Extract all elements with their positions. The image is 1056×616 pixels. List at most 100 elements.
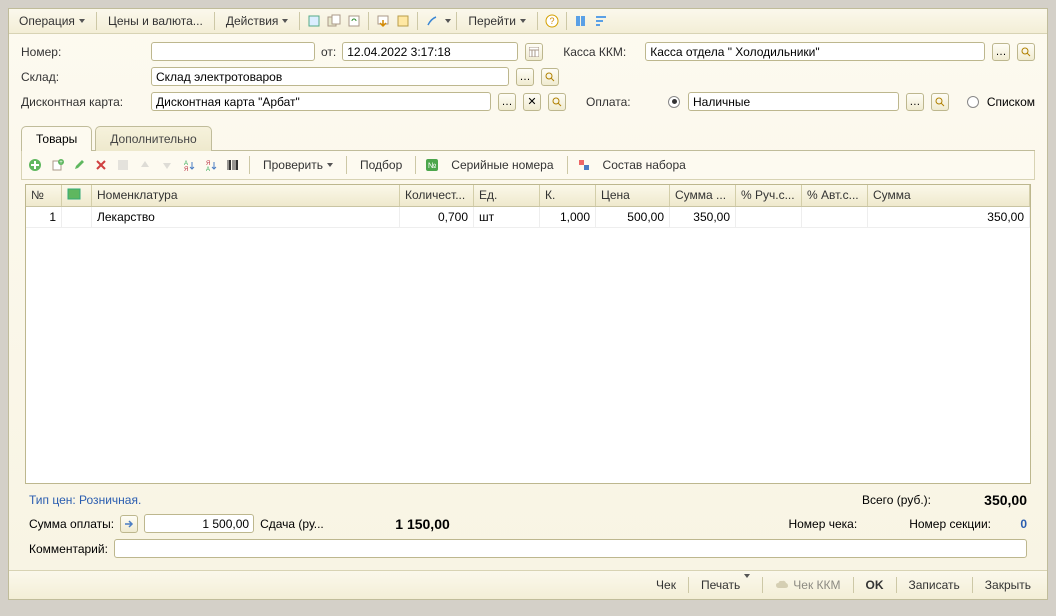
clear-icon[interactable]: ✕ bbox=[523, 93, 541, 111]
col-k[interactable]: К. bbox=[540, 185, 596, 206]
separator bbox=[417, 12, 418, 30]
check-button-label: Проверить bbox=[263, 158, 323, 172]
sort-desc-icon[interactable]: ЯА bbox=[202, 156, 220, 174]
check-kkm-button[interactable]: Чек ККМ bbox=[767, 575, 848, 595]
actions-menu[interactable]: Действия bbox=[220, 11, 295, 31]
goto-menu[interactable]: Перейти bbox=[462, 11, 532, 31]
col-price[interactable]: Цена bbox=[596, 185, 670, 206]
add-icon[interactable] bbox=[26, 156, 44, 174]
check-button[interactable]: Проверить bbox=[257, 155, 339, 175]
number-input[interactable] bbox=[151, 42, 315, 61]
selection-button[interactable]: Подбор bbox=[354, 155, 408, 175]
svg-text:+: + bbox=[59, 160, 63, 166]
search-icon[interactable] bbox=[931, 93, 949, 111]
svg-text:?: ? bbox=[549, 16, 554, 26]
payment-radio[interactable] bbox=[668, 96, 680, 108]
doc-copy-icon[interactable] bbox=[325, 12, 343, 30]
col-nomenclature[interactable]: Номенклатура bbox=[92, 185, 400, 206]
operation-menu[interactable]: Операция bbox=[13, 11, 91, 31]
payment-sum-input[interactable]: 1 500,00 bbox=[144, 514, 254, 533]
copy-icon[interactable]: + bbox=[48, 156, 66, 174]
receipt-button-label: Чек bbox=[656, 578, 676, 592]
warehouse-label: Склад: bbox=[21, 70, 145, 84]
export-down-icon[interactable] bbox=[374, 12, 392, 30]
arrow-down-icon[interactable] bbox=[158, 156, 176, 174]
col-qty[interactable]: Количест... bbox=[400, 185, 474, 206]
payment-input[interactable]: Наличные bbox=[688, 92, 899, 111]
cell-sum-partial: 350,00 bbox=[670, 207, 736, 227]
col-auto-pct[interactable]: % Авт.с... bbox=[802, 185, 868, 206]
cell-sum: 350,00 bbox=[868, 207, 1030, 227]
section-number-value: 0 bbox=[997, 517, 1027, 531]
actions-menu-label: Действия bbox=[226, 14, 279, 28]
tab-goods[interactable]: Товары bbox=[21, 126, 92, 151]
kkm-input[interactable]: Касса отдела " Холодильники" bbox=[645, 42, 985, 61]
chevron-down-icon bbox=[79, 19, 85, 23]
doc-refresh-icon[interactable] bbox=[345, 12, 363, 30]
barcode-icon[interactable] bbox=[224, 156, 242, 174]
cell-unit: шт bbox=[474, 207, 540, 227]
cell-k: 1,000 bbox=[540, 207, 596, 227]
col-n[interactable]: № bbox=[26, 185, 62, 206]
arrow-right-icon[interactable] bbox=[120, 515, 138, 533]
help-icon[interactable]: ? bbox=[543, 12, 561, 30]
table-row[interactable]: 1 Лекарство 0,700 шт 1,000 500,00 350,00… bbox=[26, 207, 1030, 228]
comment-input[interactable] bbox=[114, 539, 1027, 558]
search-icon[interactable] bbox=[548, 93, 566, 111]
payment-sum-label: Сумма оплаты: bbox=[29, 517, 114, 531]
sort-asc-icon[interactable]: АЯ bbox=[180, 156, 198, 174]
price-type-link[interactable]: Тип цен: Розничная. bbox=[29, 493, 141, 507]
warehouse-value: Склад электротоваров bbox=[156, 70, 282, 84]
ellipsis-icon[interactable]: … bbox=[516, 68, 534, 86]
chevron-down-icon bbox=[744, 574, 750, 592]
ellipsis-icon[interactable]: … bbox=[906, 93, 924, 111]
search-icon[interactable] bbox=[1017, 43, 1035, 61]
payment-sum-value: 1 500,00 bbox=[202, 517, 249, 531]
change-value: 1 150,00 bbox=[350, 516, 450, 532]
serials-button[interactable]: Серийные номера bbox=[445, 155, 559, 175]
warehouse-input[interactable]: Склад электротоваров bbox=[151, 67, 509, 86]
date-value: 12.04.2022 3:17:18 bbox=[347, 45, 450, 59]
prices-menu[interactable]: Цены и валюта... bbox=[102, 11, 209, 31]
separator bbox=[537, 12, 538, 30]
ellipsis-icon[interactable]: … bbox=[992, 43, 1010, 61]
chevron-down-icon bbox=[282, 19, 288, 23]
list-radio[interactable] bbox=[967, 96, 979, 108]
date-input[interactable]: 12.04.2022 3:17:18 bbox=[342, 42, 518, 61]
export-clip-icon[interactable] bbox=[394, 12, 412, 30]
list-config-icon[interactable] bbox=[572, 12, 590, 30]
list-radio-label: Списком bbox=[987, 95, 1035, 109]
edit-icon[interactable] bbox=[70, 156, 88, 174]
delete-icon[interactable] bbox=[92, 156, 110, 174]
discount-card-value: Дисконтная карта "Арбат" bbox=[156, 95, 300, 109]
close-button[interactable]: Закрыть bbox=[977, 575, 1039, 595]
ok-button[interactable]: OK bbox=[858, 575, 892, 595]
separator bbox=[896, 577, 897, 593]
chevron-down-icon bbox=[520, 19, 526, 23]
separator bbox=[96, 12, 97, 30]
sort-config-icon[interactable] bbox=[592, 12, 610, 30]
col-sum-partial[interactable]: Сумма ... bbox=[670, 185, 736, 206]
save-row-icon[interactable] bbox=[114, 156, 132, 174]
calendar-icon[interactable] bbox=[525, 43, 543, 61]
link-icon[interactable] bbox=[423, 12, 441, 30]
cloud-icon bbox=[775, 579, 789, 591]
col-manual-pct[interactable]: % Руч.с... bbox=[736, 185, 802, 206]
col-unit[interactable]: Ед. bbox=[474, 185, 540, 206]
total-value: 350,00 bbox=[937, 492, 1027, 508]
svg-text:Я: Я bbox=[184, 167, 188, 172]
arrow-up-icon[interactable] bbox=[136, 156, 154, 174]
receipt-button[interactable]: Чек bbox=[648, 575, 684, 595]
col-extra[interactable] bbox=[62, 185, 92, 206]
search-icon[interactable] bbox=[541, 68, 559, 86]
tab-more[interactable]: Дополнительно bbox=[95, 126, 211, 151]
save-button[interactable]: Записать bbox=[901, 575, 968, 595]
ellipsis-icon[interactable]: … bbox=[498, 93, 516, 111]
bundle-button[interactable]: Состав набора bbox=[597, 155, 692, 175]
separator bbox=[688, 577, 689, 593]
col-sum[interactable]: Сумма bbox=[868, 185, 1030, 206]
tab-goods-label: Товары bbox=[36, 132, 77, 146]
print-button[interactable]: Печать bbox=[693, 575, 758, 595]
doc-icon[interactable] bbox=[305, 12, 323, 30]
discount-card-input[interactable]: Дисконтная карта "Арбат" bbox=[151, 92, 491, 111]
